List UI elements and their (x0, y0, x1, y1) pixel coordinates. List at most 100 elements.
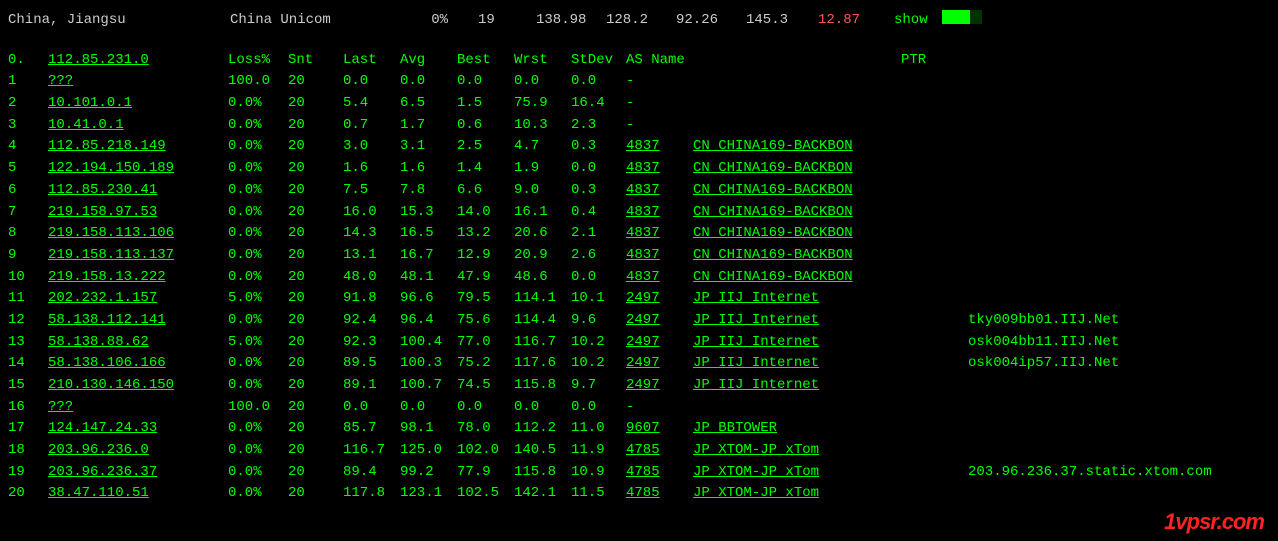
hop-asname[interactable]: JP XTOM-JP xTom (693, 440, 968, 462)
hop-avg: 6.5 (400, 93, 457, 115)
hop-asname[interactable]: CN CHINA169-BACKBON (693, 245, 968, 267)
hop-ip[interactable]: 122.194.150.189 (48, 158, 228, 180)
hop-wrst: 20.6 (514, 223, 571, 245)
show-link[interactable]: show (894, 10, 928, 32)
hop-asname[interactable]: JP BBTOWER (693, 418, 968, 440)
hop-loss: 0.0% (228, 93, 288, 115)
hop-stdev: 10.1 (571, 288, 626, 310)
hop-snt: 20 (288, 136, 343, 158)
hop-asname[interactable]: CN CHINA169-BACKBON (693, 136, 968, 158)
hop-asn[interactable]: 9607 (626, 418, 693, 440)
hop-asn[interactable]: 2497 (626, 332, 693, 354)
hop-ip[interactable]: 202.232.1.157 (48, 288, 228, 310)
hop-ip[interactable]: 219.158.13.222 (48, 267, 228, 289)
hop-ip[interactable]: 38.47.110.51 (48, 483, 228, 505)
hop-ip[interactable]: 112.85.218.149 (48, 136, 228, 158)
hop-asname[interactable]: CN CHINA169-BACKBON (693, 267, 968, 289)
hop-ip[interactable]: 219.158.113.106 (48, 223, 228, 245)
col-best: Best (457, 50, 514, 72)
hop-wrst: 117.6 (514, 353, 571, 375)
hop-asn: - (626, 93, 693, 115)
hop-asname[interactable]: JP IIJ Internet (693, 310, 968, 332)
hop-snt: 20 (288, 375, 343, 397)
hop-snt: 20 (288, 223, 343, 245)
hop-loss: 5.0% (228, 288, 288, 310)
hop-avg: 0.0 (400, 397, 457, 419)
table-row: 1258.138.112.1410.0%2092.496.475.6114.49… (8, 310, 1270, 332)
hop-asname[interactable]: JP IIJ Internet (693, 375, 968, 397)
hop-asname[interactable]: JP IIJ Internet (693, 288, 968, 310)
hop-asn[interactable]: 4785 (626, 440, 693, 462)
hop-ip[interactable]: 219.158.113.137 (48, 245, 228, 267)
hop-number: 17 (8, 418, 48, 440)
hop-ip[interactable]: 210.130.146.150 (48, 375, 228, 397)
col-ptr: PTR (901, 50, 926, 72)
hop-asname[interactable]: JP XTOM-JP xTom (693, 462, 968, 484)
hop-ip[interactable]: 58.138.106.166 (48, 353, 228, 375)
hop-asn[interactable]: 4837 (626, 267, 693, 289)
hop-asn[interactable]: 4837 (626, 202, 693, 224)
hop-asn[interactable]: 4785 (626, 483, 693, 505)
hop-asname[interactable]: JP IIJ Internet (693, 332, 968, 354)
col-ip[interactable]: 112.85.231.0 (48, 50, 228, 72)
hop-stdev: 2.3 (571, 115, 626, 137)
hop-ip[interactable]: 10.101.0.1 (48, 93, 228, 115)
hop-best: 102.0 (457, 440, 514, 462)
hop-ip[interactable]: 124.147.24.33 (48, 418, 228, 440)
hop-asn[interactable]: 4785 (626, 462, 693, 484)
hop-asname[interactable]: JP XTOM-JP xTom (693, 483, 968, 505)
hop-number: 15 (8, 375, 48, 397)
hop-ip[interactable]: 203.96.236.0 (48, 440, 228, 462)
hop-last: 0.0 (343, 71, 400, 93)
hop-ip[interactable]: 58.138.88.62 (48, 332, 228, 354)
hop-ip[interactable]: 112.85.230.41 (48, 180, 228, 202)
hop-best: 6.6 (457, 180, 514, 202)
hop-loss: 0.0% (228, 375, 288, 397)
hop-snt: 20 (288, 115, 343, 137)
hop-asname[interactable]: CN CHINA169-BACKBON (693, 158, 968, 180)
hop-ip[interactable]: ??? (48, 397, 228, 419)
hop-asn: - (626, 71, 693, 93)
hop-best: 75.2 (457, 353, 514, 375)
hop-asn[interactable]: 4837 (626, 223, 693, 245)
hop-asn[interactable]: 2497 (626, 375, 693, 397)
hop-number: 2 (8, 93, 48, 115)
hop-ip[interactable]: 203.96.236.37 (48, 462, 228, 484)
hop-avg: 125.0 (400, 440, 457, 462)
hop-best: 13.2 (457, 223, 514, 245)
hop-asname[interactable]: JP IIJ Internet (693, 353, 968, 375)
hop-asn[interactable]: 4837 (626, 136, 693, 158)
hop-wrst: 1.9 (514, 158, 571, 180)
hop-snt: 20 (288, 462, 343, 484)
hop-snt: 20 (288, 397, 343, 419)
hop-loss: 5.0% (228, 332, 288, 354)
table-row: 11202.232.1.1575.0%2091.896.679.5114.110… (8, 288, 1270, 310)
hop-asn[interactable]: 2497 (626, 288, 693, 310)
table-row: 18203.96.236.00.0%20116.7125.0102.0140.5… (8, 440, 1270, 462)
hop-number: 1 (8, 71, 48, 93)
stat-5: 12.87 (818, 10, 888, 32)
hop-asn[interactable]: 4837 (626, 180, 693, 202)
hop-ptr: osk004bb11.IIJ.Net (968, 332, 1119, 354)
col-stdev: StDev (571, 50, 626, 72)
hop-ip[interactable]: 58.138.112.141 (48, 310, 228, 332)
hop-asname[interactable]: CN CHINA169-BACKBON (693, 223, 968, 245)
hop-stdev: 2.6 (571, 245, 626, 267)
hop-asn[interactable]: 2497 (626, 353, 693, 375)
hop-last: 5.4 (343, 93, 400, 115)
hop-ip[interactable]: ??? (48, 71, 228, 93)
hop-asn[interactable]: 4837 (626, 245, 693, 267)
loss-pct: 0% (408, 10, 478, 32)
activity-bar-icon (942, 10, 982, 24)
hop-wrst: 16.1 (514, 202, 571, 224)
hop-ip[interactable]: 219.158.97.53 (48, 202, 228, 224)
hop-number: 3 (8, 115, 48, 137)
hop-loss: 0.0% (228, 245, 288, 267)
hop-stdev: 10.9 (571, 462, 626, 484)
hop-asname[interactable]: CN CHINA169-BACKBON (693, 180, 968, 202)
hop-ip[interactable]: 10.41.0.1 (48, 115, 228, 137)
hop-avg: 0.0 (400, 71, 457, 93)
hop-asname[interactable]: CN CHINA169-BACKBON (693, 202, 968, 224)
hop-asn[interactable]: 4837 (626, 158, 693, 180)
hop-asn[interactable]: 2497 (626, 310, 693, 332)
